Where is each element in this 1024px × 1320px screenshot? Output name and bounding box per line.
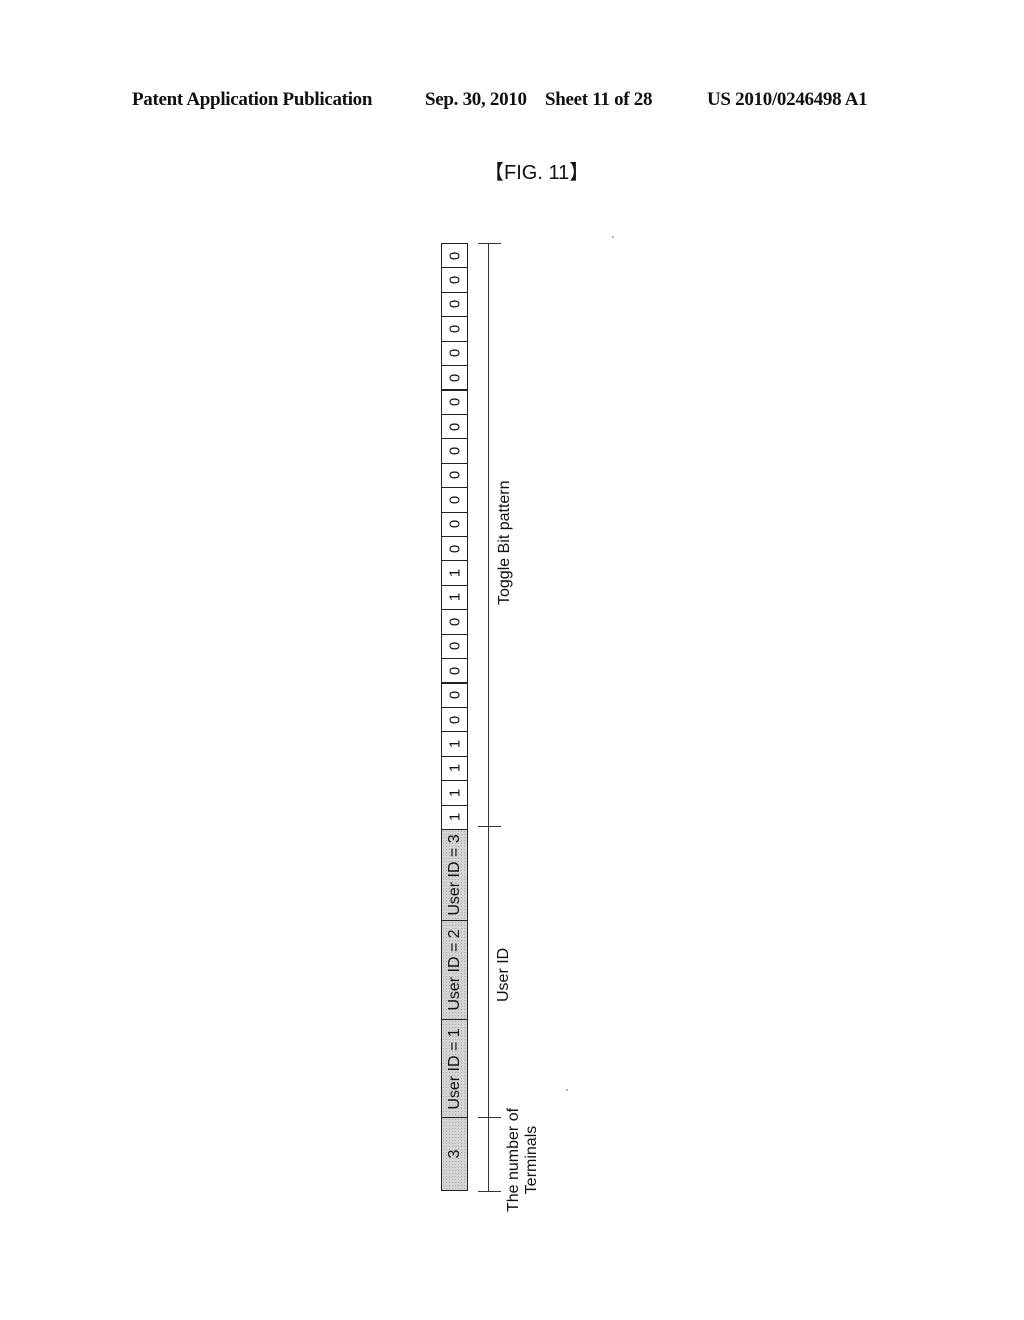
toggle-bit-cell: 1 — [441, 804, 468, 830]
toggle-bit-value: 0 — [446, 691, 463, 700]
toggle-bit-cell: 1 — [441, 755, 468, 782]
toggle-bit-cell: 0 — [441, 243, 468, 269]
toggle-bit-value: 0 — [446, 398, 463, 407]
toggle-bit-cell: 0 — [441, 438, 468, 464]
toggle-bit-pattern-label: Toggle Bit pattern — [496, 480, 513, 605]
toggle-bit-cell: 0 — [441, 706, 468, 733]
toggle-bit-cell: 0 — [441, 291, 468, 318]
number-of-terminals-label: The number of Terminals — [505, 1108, 541, 1212]
toggle-bit-value: 0 — [446, 495, 463, 505]
toggle-bit-cell: 1 — [441, 584, 468, 611]
toggle-bit-value: 0 — [446, 251, 463, 260]
toggle-bit-cell: 0 — [441, 316, 468, 342]
number-of-terminals-label-line2: Terminals — [523, 1125, 540, 1195]
number-of-terminals-value: 3 — [445, 1149, 463, 1159]
toggle-bit-cell: 0 — [441, 633, 468, 660]
toggle-bit-value: 0 — [446, 446, 463, 456]
toggle-bit-cell: 0 — [441, 462, 468, 489]
bracket-tick — [478, 826, 501, 827]
toggle-bit-value: 0 — [446, 275, 463, 285]
toggle-bit-cell: 0 — [441, 365, 468, 391]
toggle-bit-cell: 0 — [441, 658, 468, 684]
toggle-bit-value: 0 — [446, 373, 463, 382]
frame-structure-diagram: 3 User ID = 1 User ID = 2 User ID = 3 1 1… — [0, 0, 1024, 1320]
toggle-bit-cell: 1 — [441, 780, 468, 806]
toggle-bit-value: 0 — [446, 617, 463, 627]
user-id-cell: User ID = 1 — [441, 1019, 468, 1118]
toggle-bit-cell: 1 — [441, 560, 468, 586]
user-id-value: User ID = 1 — [445, 1027, 463, 1110]
toggle-bit-cell: 0 — [441, 413, 468, 440]
toggle-bit-cell: 0 — [441, 340, 468, 367]
scan-speck — [612, 236, 614, 238]
toggle-bit-value: 1 — [446, 739, 463, 749]
user-id-cell: User ID = 3 — [441, 829, 468, 921]
toggle-bit-value: 1 — [446, 568, 463, 578]
user-id-value: User ID = 2 — [445, 929, 463, 1011]
toggle-bit-cell: 0 — [441, 536, 468, 562]
bracket-tick — [478, 1191, 501, 1192]
bracket-line — [488, 243, 489, 1191]
toggle-bit-value: 0 — [446, 349, 463, 358]
toggle-bit-value: 1 — [446, 764, 463, 773]
number-of-terminals-cell: 3 — [441, 1117, 468, 1191]
toggle-bit-cell: 1 — [441, 731, 468, 757]
toggle-bit-value: 1 — [446, 788, 463, 798]
bracket-tick — [478, 1117, 501, 1118]
bracket-tick — [478, 243, 501, 244]
toggle-bit-value: 0 — [446, 300, 463, 309]
toggle-bit-value: 0 — [446, 471, 463, 480]
toggle-bit-value: 0 — [446, 642, 463, 651]
toggle-bit-value: 1 — [446, 813, 463, 822]
toggle-bit-value: 0 — [446, 324, 463, 334]
toggle-bit-cell: 0 — [441, 682, 468, 708]
toggle-bit-cell: 0 — [441, 609, 468, 635]
toggle-bit-cell: 0 — [441, 389, 468, 415]
user-id-label: User ID — [495, 947, 512, 1002]
toggle-bit-cell: 0 — [441, 511, 468, 537]
toggle-bit-value: 0 — [446, 422, 463, 431]
user-id-cell: User ID = 2 — [441, 920, 468, 1020]
toggle-bit-value: 0 — [446, 520, 463, 529]
toggle-bit-value: 1 — [446, 593, 463, 602]
toggle-bit-value: 0 — [446, 715, 463, 724]
toggle-bit-value: 0 — [446, 666, 463, 675]
toggle-bit-cell: 0 — [441, 487, 468, 513]
toggle-bit-cell: 0 — [441, 267, 468, 293]
toggle-bit-value: 0 — [446, 544, 463, 553]
scan-speck — [566, 1089, 568, 1091]
user-id-value: User ID = 3 — [445, 834, 463, 916]
number-of-terminals-label-line1: The number of — [505, 1107, 522, 1212]
